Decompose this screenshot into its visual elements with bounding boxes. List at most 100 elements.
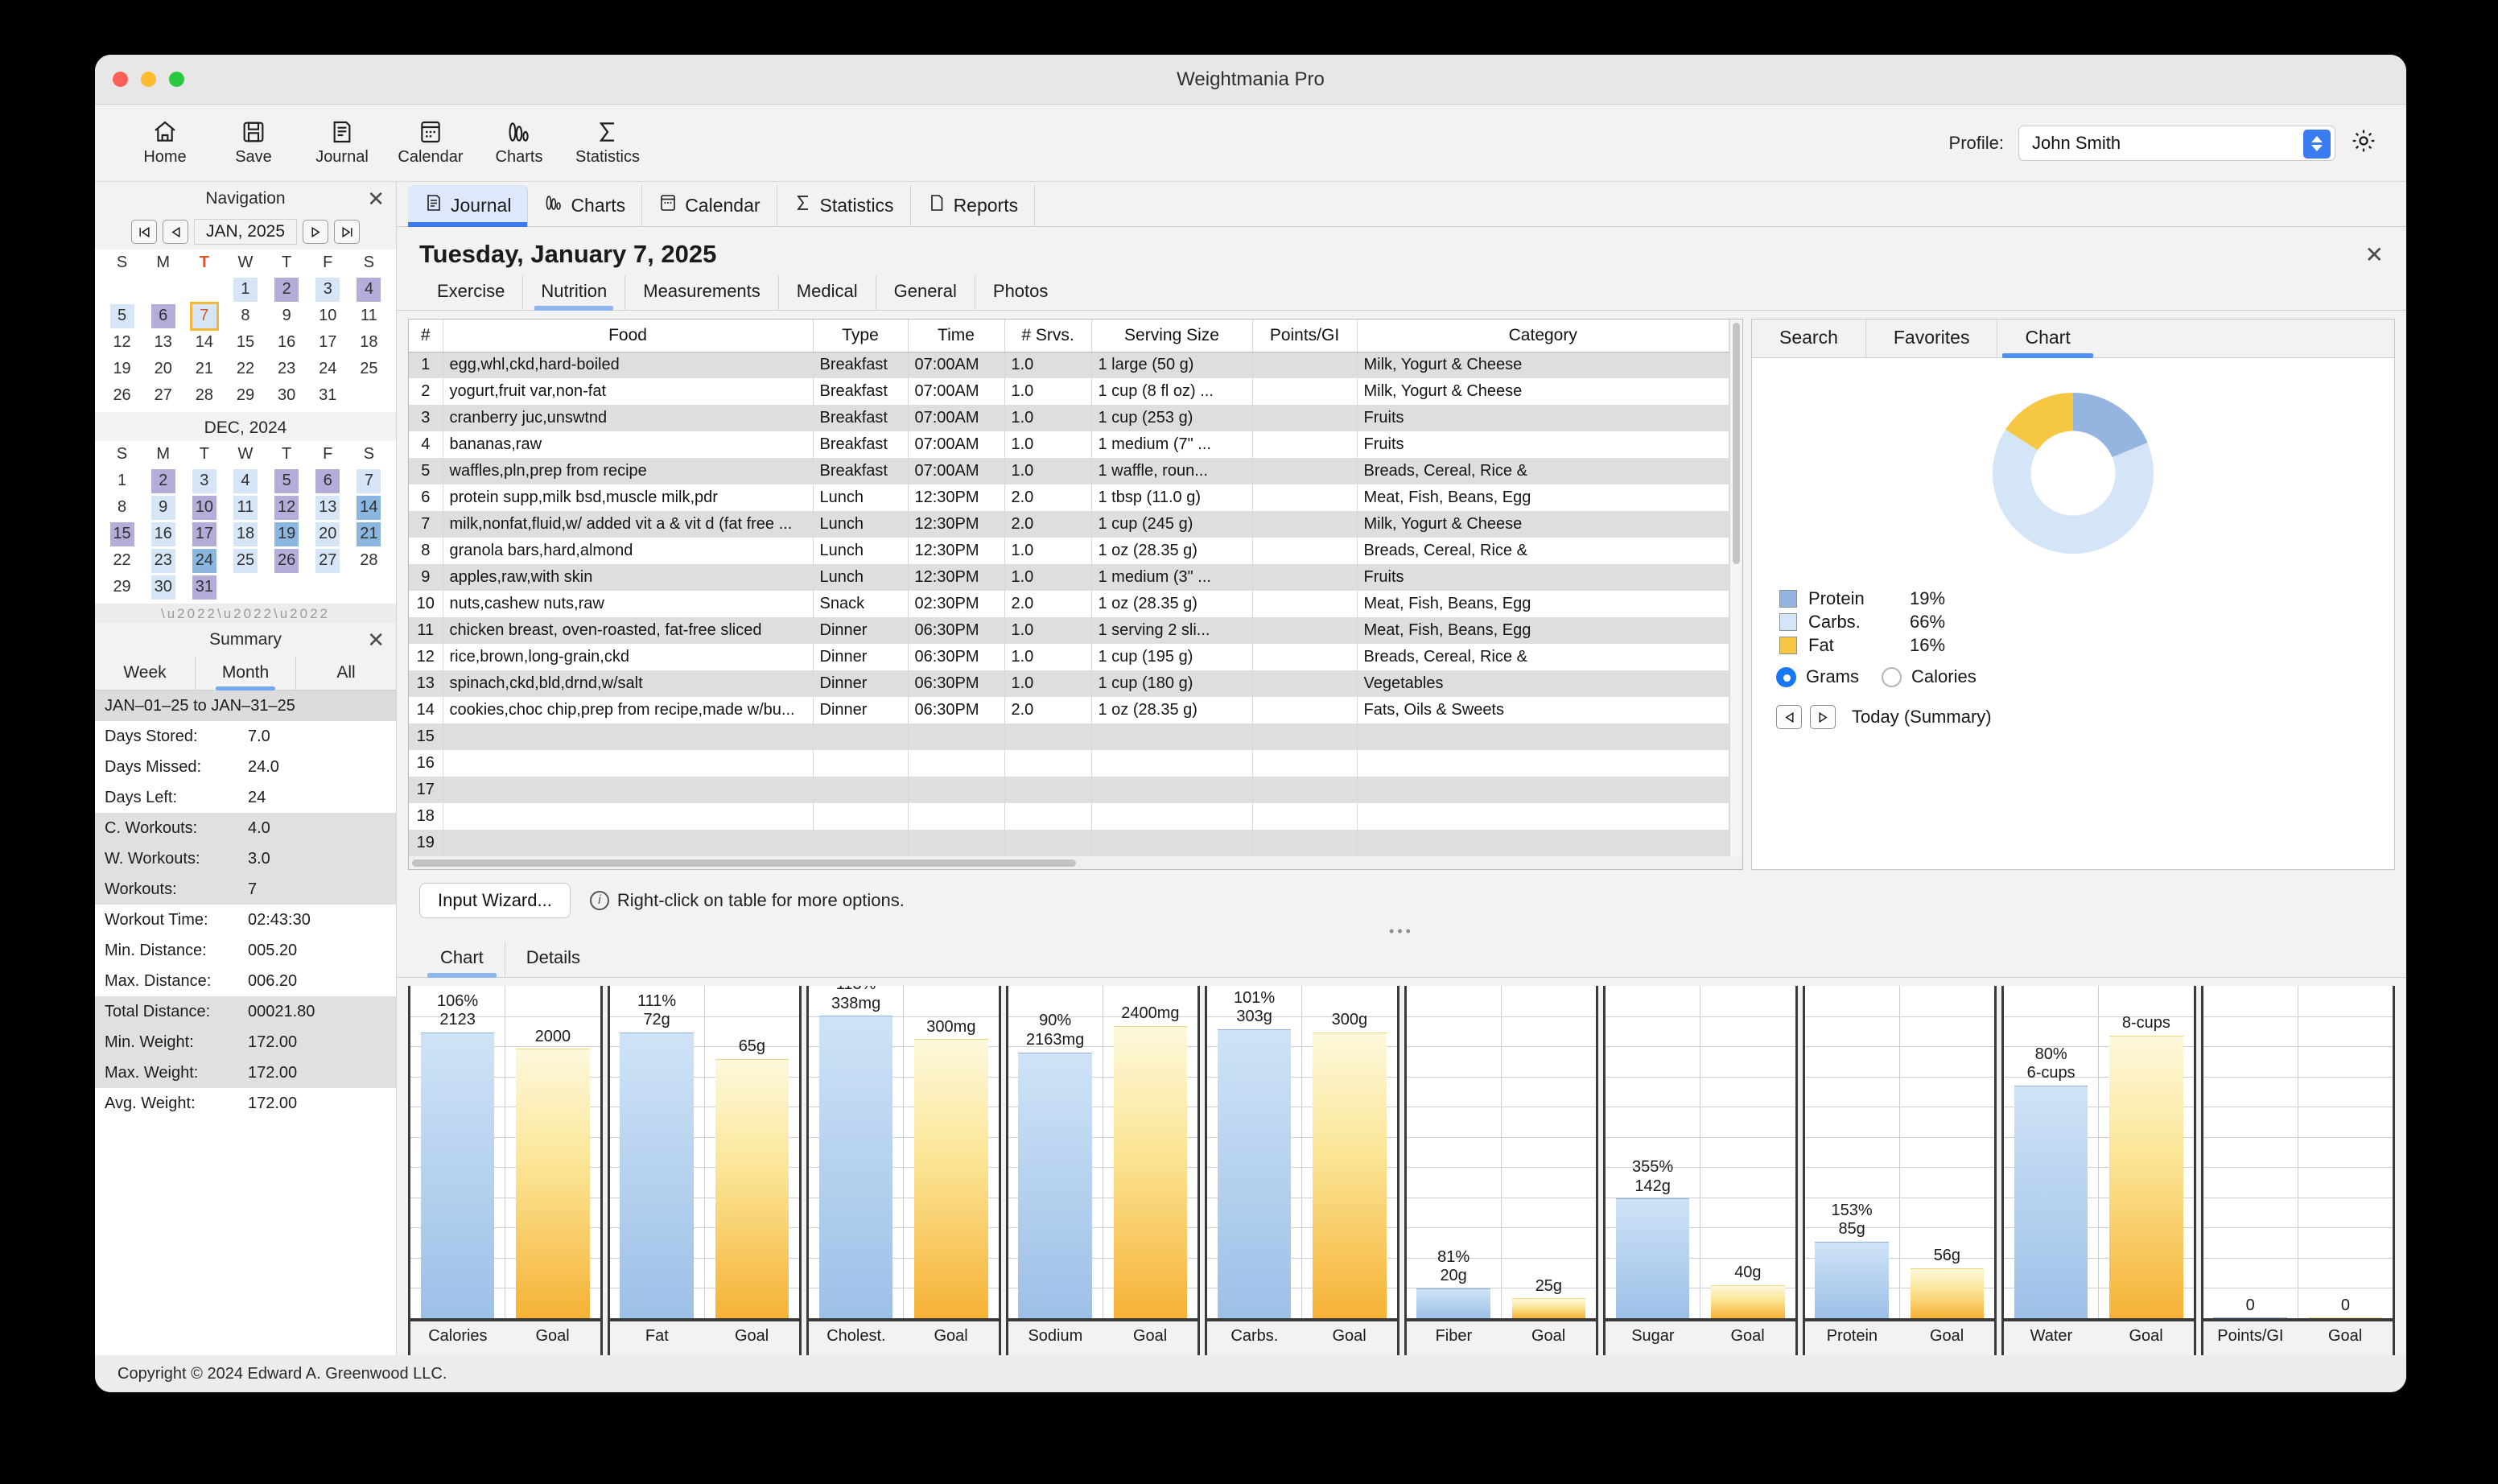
calendar-day[interactable]: 30 — [274, 384, 299, 408]
table-row[interactable]: 1 egg,whl,ckd,hard-boiled Breakfast 07:00AM… — [409, 352, 1729, 378]
calendar-day[interactable]: 1 — [233, 277, 258, 302]
input-wizard-button[interactable]: Input Wizard... — [419, 883, 571, 918]
calendar-day[interactable]: 27 — [151, 384, 175, 408]
calendar-day[interactable]: 19 — [274, 521, 299, 546]
table-row[interactable]: 14 cookies,choc chip,prep from recipe,mad… — [409, 697, 1729, 723]
calendar-day[interactable]: 8 — [233, 304, 258, 328]
calendar-day[interactable]: 30 — [150, 575, 175, 600]
calendar-day[interactable]: 24 — [192, 548, 216, 573]
calendar-day[interactable]: 14 — [357, 495, 381, 520]
calendar-day[interactable]: 5 — [274, 468, 299, 493]
calendar-day[interactable]: 23 — [150, 548, 175, 573]
calendar-day[interactable]: 8 — [110, 496, 134, 520]
calendar-day[interactable]: 2 — [274, 277, 299, 302]
calendar-day[interactable]: 4 — [357, 277, 381, 302]
column-header[interactable]: Points/GI — [1252, 319, 1358, 352]
calendar-day[interactable]: 10 — [315, 304, 340, 328]
calendar-day[interactable]: 29 — [233, 384, 258, 408]
calendar-day[interactable]: 20 — [315, 521, 340, 546]
calendar-day[interactable]: 15 — [109, 521, 134, 546]
calendar-day[interactable]: 20 — [151, 357, 175, 381]
calendar-day[interactable]: 17 — [192, 521, 216, 546]
table-row[interactable]: 18 — [409, 803, 1729, 830]
calendar-day[interactable]: 12 — [110, 331, 134, 355]
calendar-day[interactable]: 17 — [315, 331, 340, 355]
calendar-day[interactable]: 5 — [109, 303, 134, 328]
radio-calories[interactable] — [1882, 666, 1902, 687]
calendar-day[interactable]: 16 — [274, 331, 299, 355]
calendar-day[interactable]: 11 — [357, 304, 381, 328]
table-row[interactable]: 9 apples,raw,with skin Lunch 12:30PM 1.0 1 me… — [409, 564, 1729, 591]
calendar-day[interactable]: 26 — [274, 548, 299, 573]
calendar-day[interactable]: 31 — [315, 384, 340, 408]
prev-month-button[interactable] — [163, 220, 188, 244]
summary-tab-week[interactable]: Week — [95, 657, 196, 690]
column-header[interactable]: Category — [1357, 319, 1729, 352]
calendar-day[interactable]: 1 — [110, 469, 134, 493]
subtab-measurements[interactable]: Measurements — [625, 275, 779, 310]
subtab-medical[interactable]: Medical — [779, 275, 876, 310]
calendar-day[interactable]: 3 — [192, 468, 216, 493]
calendar-day[interactable]: 11 — [233, 495, 258, 520]
next-month-button[interactable] — [303, 220, 328, 244]
toolbar-button-home[interactable]: Home — [124, 119, 206, 167]
tab-journal[interactable]: Journal — [408, 185, 529, 227]
calendar-day[interactable]: 27 — [315, 548, 340, 573]
food-table[interactable]: # Food Type Time # Srvs. Serving Size Points/G… — [409, 319, 1729, 856]
calendar-day[interactable]: 7 — [189, 301, 219, 331]
calendar-day[interactable]: 12 — [274, 495, 299, 520]
column-header[interactable]: Type — [813, 319, 909, 352]
calendar-day[interactable]: 9 — [150, 495, 175, 520]
gear-icon[interactable] — [2350, 127, 2377, 159]
toolbar-button-journal[interactable]: Journal — [301, 119, 383, 167]
table-row[interactable]: 6 protein supp,milk bsd,muscle milk,pdr Lu… — [409, 484, 1729, 511]
calendar-day[interactable]: 19 — [110, 357, 134, 381]
next-day-button[interactable] — [1810, 705, 1836, 729]
table-row[interactable]: 11 chicken breast, oven-roasted, fat-free… — [409, 617, 1729, 644]
calendar-day[interactable]: 23 — [274, 357, 299, 381]
table-row[interactable]: 8 granola bars,hard,almond Lunch 12:30PM 1.0… — [409, 538, 1729, 564]
close-icon[interactable]: ✕ — [2365, 241, 2384, 268]
table-row[interactable]: 15 — [409, 723, 1729, 750]
column-header[interactable]: Serving Size — [1091, 319, 1253, 352]
calendar-day[interactable]: 22 — [233, 357, 258, 381]
subtab-photos[interactable]: Photos — [975, 275, 1066, 310]
column-header[interactable]: # Srvs. — [1004, 319, 1092, 352]
subtab-exercise[interactable]: Exercise — [419, 275, 524, 310]
summary-tab-all[interactable]: All — [296, 657, 396, 690]
calendar-day[interactable]: 6 — [150, 303, 175, 328]
table-row[interactable]: 19 — [409, 830, 1729, 856]
calendar-day[interactable]: 21 — [357, 521, 381, 546]
calendar-day[interactable]: 18 — [233, 521, 258, 546]
last-month-button[interactable] — [334, 220, 360, 244]
calendar-day[interactable]: 7 — [357, 468, 381, 493]
chevron-updown-icon[interactable] — [2303, 129, 2331, 159]
calendar-day[interactable]: 28 — [192, 384, 216, 408]
close-icon[interactable]: ✕ — [367, 188, 385, 209]
table-horizontal-scrollbar[interactable] — [409, 856, 1742, 869]
toolbar-button-statistics[interactable]: Statistics — [567, 119, 649, 167]
calendar-day[interactable]: 24 — [315, 357, 340, 381]
calendar-day[interactable]: 22 — [110, 549, 134, 573]
table-row[interactable]: 12 rice,brown,long-grain,ckd Dinner 06:30PM… — [409, 644, 1729, 670]
table-row[interactable]: 2 yogurt,fruit var,non-fat Breakfast 07:00A… — [409, 378, 1729, 405]
calendar-day[interactable]: 15 — [233, 331, 258, 355]
calendar-day[interactable]: 31 — [192, 575, 216, 600]
table-row[interactable]: 17 — [409, 777, 1729, 803]
calendar-day[interactable]: 4 — [233, 468, 258, 493]
calendar-day[interactable]: 26 — [110, 384, 134, 408]
table-row[interactable]: 4 bananas,raw Breakfast 07:00AM 1.0 1 medium … — [409, 431, 1729, 458]
close-icon[interactable]: ✕ — [367, 629, 385, 650]
calendar-day[interactable]: 16 — [150, 521, 175, 546]
first-month-button[interactable] — [131, 220, 157, 244]
calendar-day[interactable]: 28 — [357, 549, 381, 573]
summary-tab-month[interactable]: Month — [196, 657, 296, 690]
calendar-day[interactable]: 13 — [151, 331, 175, 355]
calendar-day[interactable]: 6 — [315, 468, 340, 493]
calendar-day[interactable]: 2 — [150, 468, 175, 493]
calendar-day[interactable]: 3 — [315, 277, 340, 302]
calendar-day[interactable]: 14 — [192, 331, 216, 355]
tab-charts[interactable]: Charts — [528, 185, 643, 226]
table-row[interactable]: 13 spinach,ckd,bld,drnd,w/salt Dinner 06:30… — [409, 670, 1729, 697]
tab-reports[interactable]: Reports — [911, 185, 1036, 226]
